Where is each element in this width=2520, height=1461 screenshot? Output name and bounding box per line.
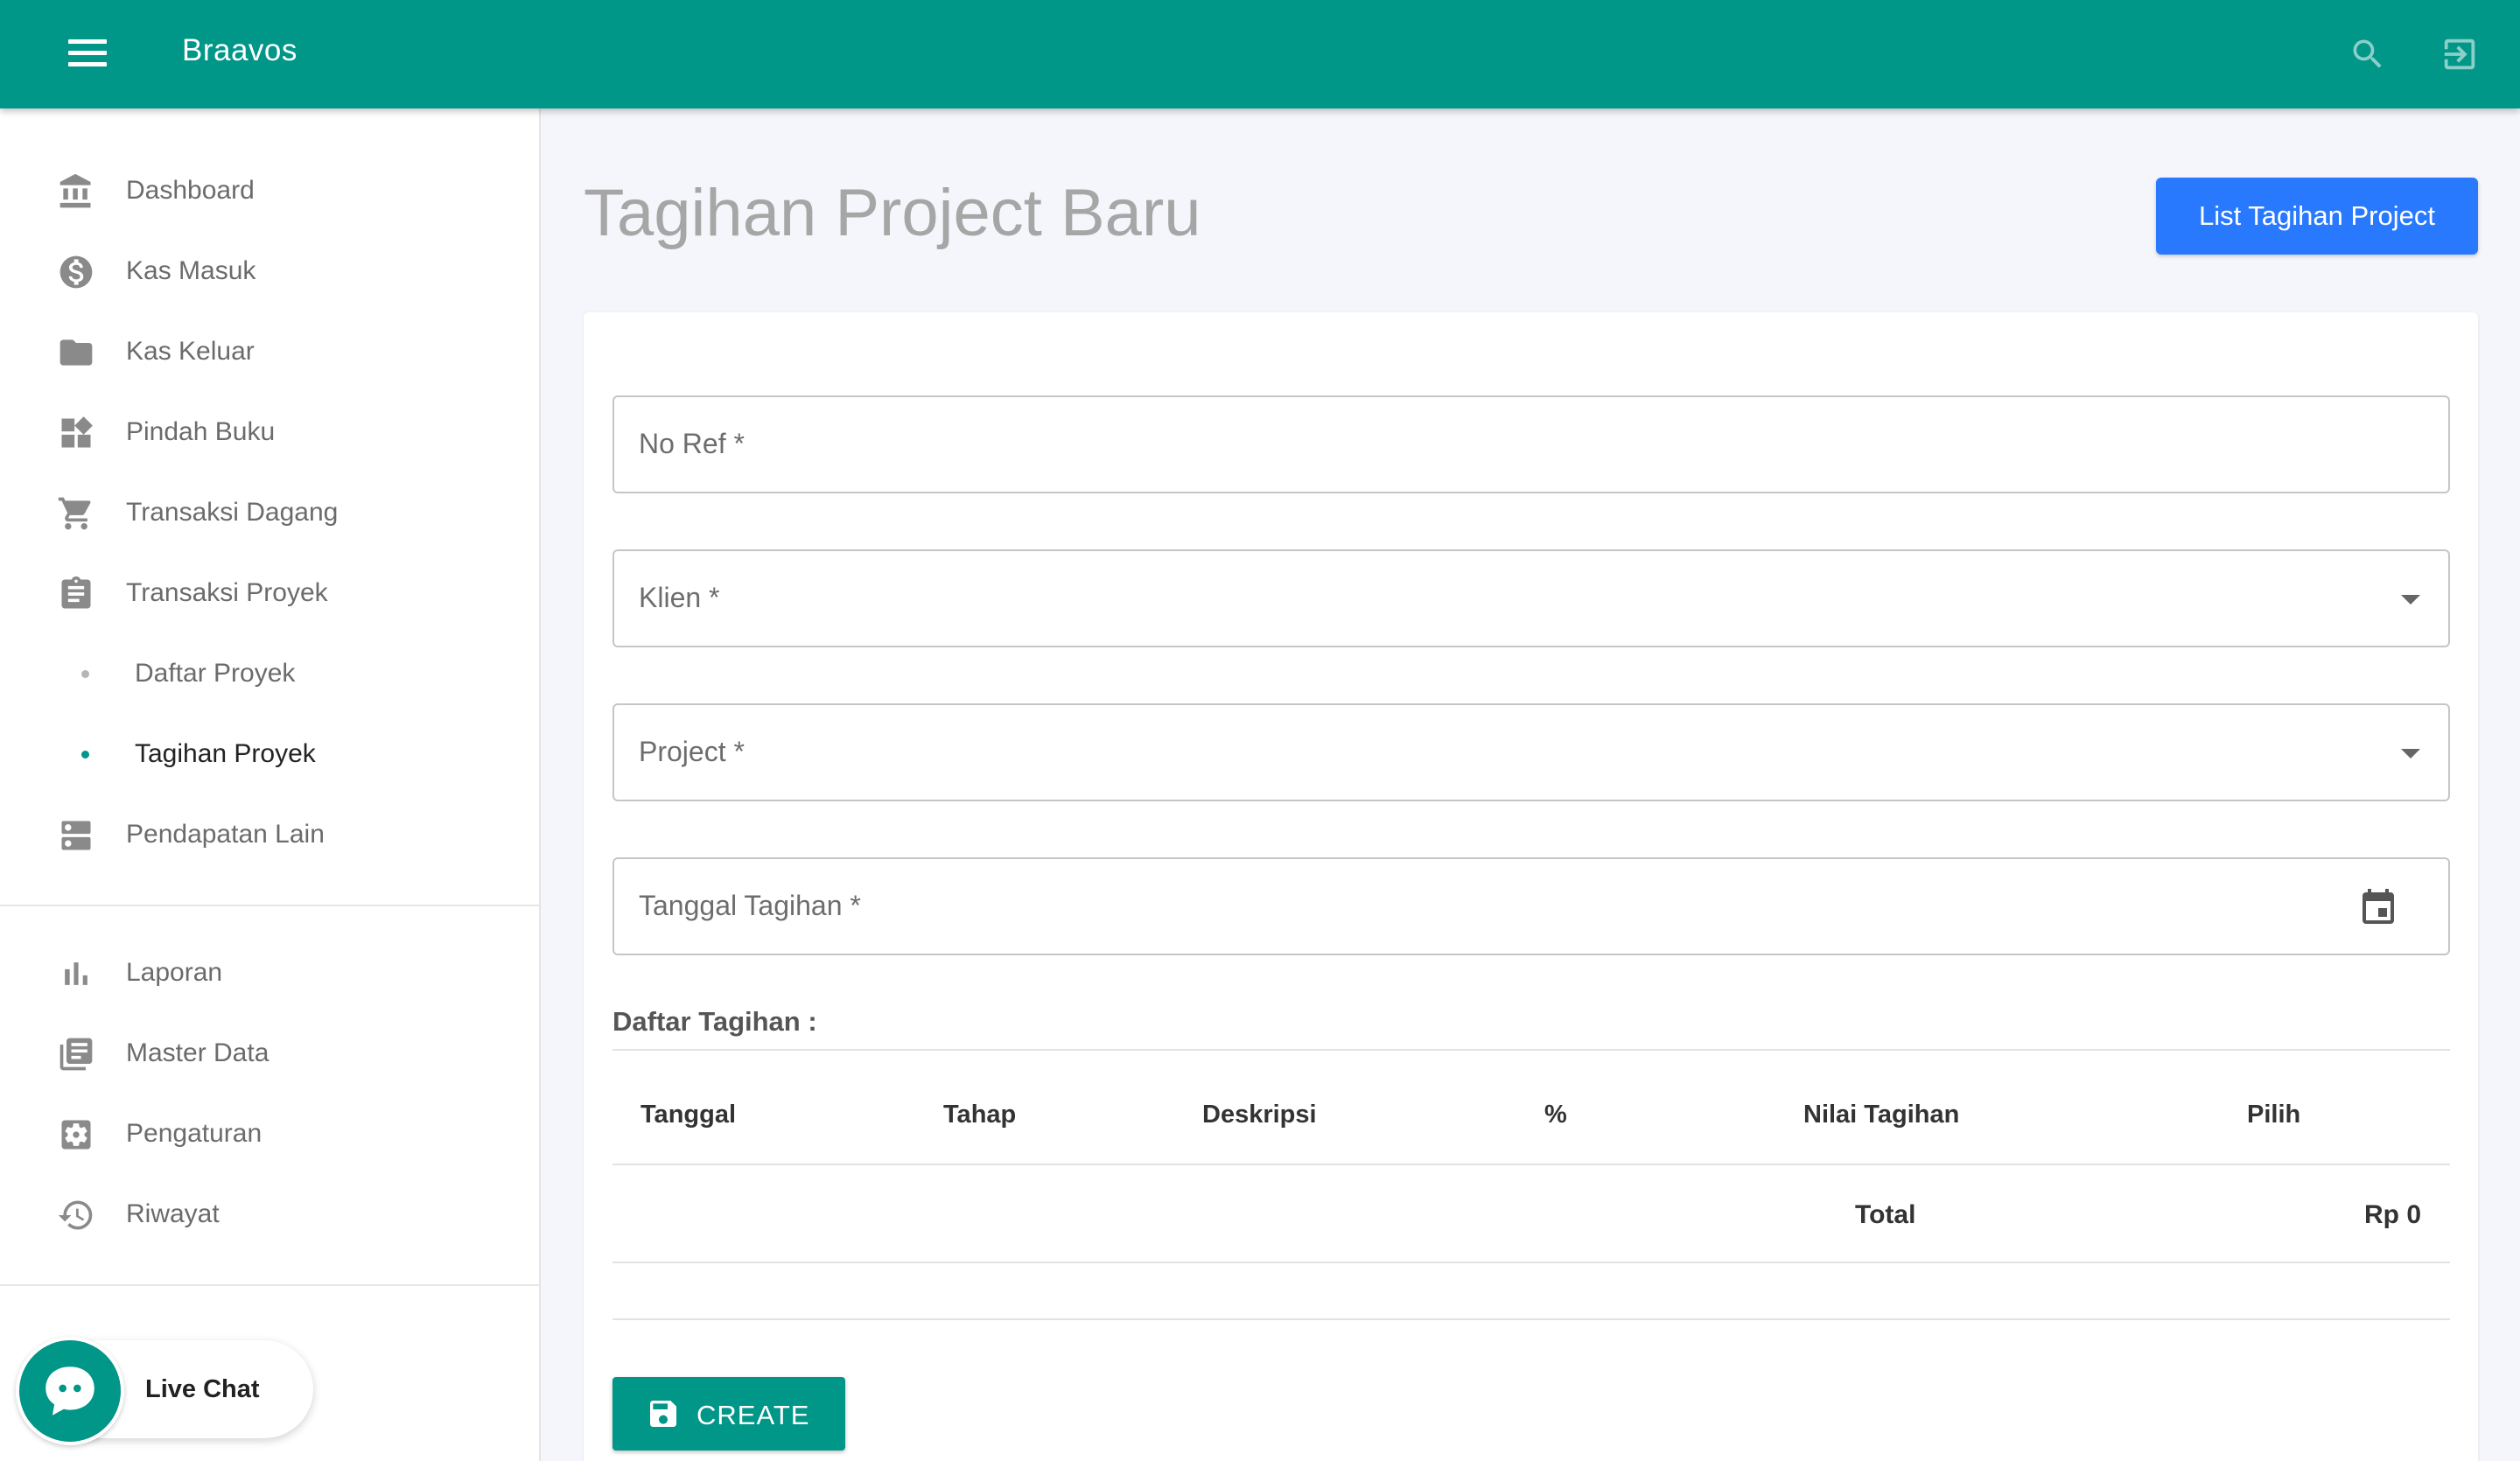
tanggal-tagihan-label: Tanggal Tagihan * bbox=[639, 890, 861, 921]
sidebar-item-transaksi-dagang[interactable]: Transaksi Dagang bbox=[0, 476, 539, 549]
list-tagihan-project-button[interactable]: List Tagihan Project bbox=[2156, 178, 2478, 255]
column-header-tahap: Tahap bbox=[943, 1101, 1017, 1129]
sidebar-item-label: Daftar Proyek bbox=[135, 659, 296, 688]
column-header-deskripsi: Deskripsi bbox=[1202, 1101, 1317, 1129]
bar-chart-icon bbox=[56, 954, 96, 994]
no-ref-field[interactable]: No Ref * bbox=[612, 395, 2450, 493]
bullet-dot bbox=[81, 669, 89, 678]
sidebar-item-pendapatan-lain[interactable]: Pendapatan Lain bbox=[0, 798, 539, 871]
sidebar: Dashboard Kas Masuk Kas Keluar Pindah Bu… bbox=[0, 108, 541, 1461]
sidebar-item-label: Transaksi Proyek bbox=[126, 578, 328, 607]
brand-title: Braavos bbox=[182, 33, 298, 67]
sidebar-item-label: Kas Keluar bbox=[126, 337, 255, 366]
sidebar-divider bbox=[0, 905, 539, 906]
widgets-icon bbox=[56, 413, 96, 453]
klien-label: Klien * bbox=[639, 582, 720, 613]
sidebar-item-master-data[interactable]: Master Data bbox=[0, 1017, 539, 1090]
project-select[interactable]: Project * bbox=[612, 703, 2450, 801]
sidebar-item-laporan[interactable]: Laporan bbox=[0, 936, 539, 1010]
sidebar-item-label: Kas Masuk bbox=[126, 256, 256, 285]
create-button[interactable]: CREATE bbox=[612, 1377, 845, 1451]
sidebar-item-pindah-buku[interactable]: Pindah Buku bbox=[0, 395, 539, 469]
table-top-divider bbox=[612, 1049, 2450, 1051]
sidebar-item-label: Pengaturan bbox=[126, 1119, 262, 1148]
table-row-divider bbox=[612, 1262, 2450, 1263]
total-value: Rp 0 bbox=[2364, 1200, 2422, 1229]
inbox-icon bbox=[56, 815, 96, 856]
create-button-label: CREATE bbox=[696, 1400, 810, 1430]
table-header-divider bbox=[612, 1164, 2450, 1165]
sidebar-item-kas-masuk[interactable]: Kas Masuk bbox=[0, 234, 539, 308]
settings-icon bbox=[56, 1115, 96, 1155]
column-header-tanggal: Tanggal bbox=[640, 1101, 737, 1129]
hamburger-menu-icon[interactable] bbox=[61, 35, 114, 73]
total-label: Total bbox=[1855, 1200, 1916, 1229]
chat-bubble-icon[interactable] bbox=[16, 1337, 124, 1445]
clipboard-icon bbox=[56, 574, 96, 614]
live-chat-widget[interactable]: Live Chat bbox=[16, 1337, 313, 1445]
daftar-tagihan-title: Daftar Tagihan : bbox=[612, 1006, 817, 1037]
sidebar-item-riwayat[interactable]: Riwayat bbox=[0, 1178, 539, 1251]
sidebar-item-label: Transaksi Dagang bbox=[126, 498, 339, 527]
klien-select[interactable]: Klien * bbox=[612, 549, 2450, 647]
dollar-circle-icon bbox=[56, 252, 96, 292]
folder-icon bbox=[56, 332, 96, 373]
column-header-nilai-tagihan: Nilai Tagihan bbox=[1803, 1101, 1960, 1129]
sidebar-divider bbox=[0, 1284, 539, 1286]
sidebar-item-label: Master Data bbox=[126, 1038, 270, 1067]
save-icon bbox=[646, 1396, 681, 1431]
column-header-percent: % bbox=[1544, 1101, 1567, 1129]
cart-icon bbox=[56, 493, 96, 534]
calendar-icon[interactable] bbox=[2357, 887, 2399, 929]
page-title: Tagihan Project Baru bbox=[584, 176, 1201, 250]
sidebar-item-transaksi-proyek[interactable]: Transaksi Proyek bbox=[0, 556, 539, 630]
no-ref-label: No Ref * bbox=[639, 428, 745, 459]
sidebar-item-label: Pendapatan Lain bbox=[126, 820, 325, 849]
history-icon bbox=[56, 1195, 96, 1235]
sidebar-item-label: Laporan bbox=[126, 958, 223, 987]
bank-icon bbox=[56, 171, 96, 212]
library-icon bbox=[56, 1034, 96, 1074]
sidebar-item-pengaturan[interactable]: Pengaturan bbox=[0, 1097, 539, 1171]
search-icon[interactable] bbox=[2340, 26, 2396, 82]
top-app-bar: Braavos bbox=[0, 0, 2520, 108]
logout-icon[interactable] bbox=[2432, 26, 2488, 82]
sidebar-item-tagihan-proyek[interactable]: Tagihan Proyek bbox=[0, 717, 539, 791]
bullet-dot bbox=[81, 750, 89, 758]
project-label: Project * bbox=[639, 736, 745, 767]
sidebar-item-dashboard[interactable]: Dashboard bbox=[0, 154, 539, 227]
sidebar-item-label: Dashboard bbox=[126, 176, 255, 205]
live-chat-label: Live Chat bbox=[145, 1375, 260, 1403]
sidebar-item-label: Pindah Buku bbox=[126, 417, 276, 446]
sidebar-item-kas-keluar[interactable]: Kas Keluar bbox=[0, 315, 539, 388]
sidebar-item-label: Tagihan Proyek bbox=[135, 739, 316, 768]
table-bottom-divider bbox=[612, 1318, 2450, 1320]
sidebar-item-daftar-proyek[interactable]: Daftar Proyek bbox=[0, 637, 539, 710]
tanggal-tagihan-field[interactable]: Tanggal Tagihan * bbox=[612, 857, 2450, 955]
dropdown-caret-icon[interactable] bbox=[2401, 749, 2420, 758]
dropdown-caret-icon[interactable] bbox=[2401, 595, 2420, 605]
column-header-pilih: Pilih bbox=[2247, 1101, 2301, 1129]
sidebar-item-label: Riwayat bbox=[126, 1199, 220, 1228]
